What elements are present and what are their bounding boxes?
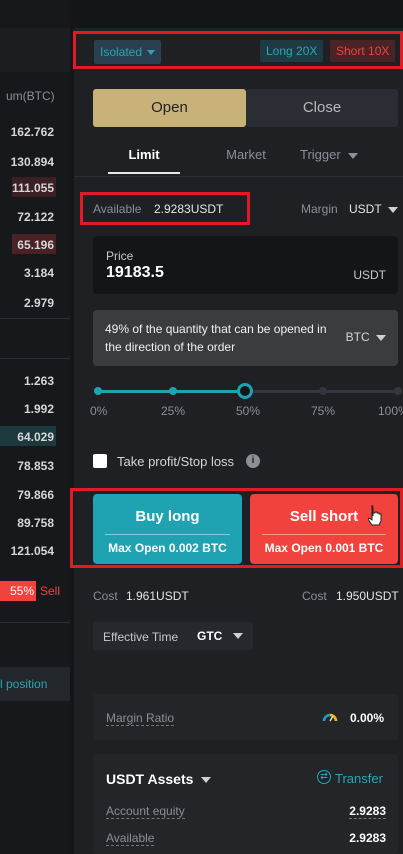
- orderbook-row[interactable]: 78.853: [17, 459, 54, 473]
- quantity-unit: BTC: [345, 330, 370, 344]
- orderbook-row[interactable]: 64.029: [17, 430, 54, 444]
- active-tab-underline: [108, 172, 180, 174]
- assets-title: USDT Assets: [106, 771, 194, 787]
- price-input[interactable]: Price 19183.5 USDT: [93, 236, 398, 294]
- account-equity-label[interactable]: Account equity: [106, 804, 185, 819]
- transfer-link[interactable]: Transfer: [335, 771, 383, 786]
- tab-close[interactable]: Close: [246, 89, 398, 127]
- assets-title-select[interactable]: USDT Assets: [106, 771, 212, 787]
- slider-tick-label: 25%: [161, 404, 186, 418]
- highlight-box-actions: [70, 488, 403, 568]
- margin-ratio-label[interactable]: Margin Ratio: [106, 711, 175, 726]
- orderbook-header-bg: [0, 28, 70, 72]
- tab-open[interactable]: Open: [93, 89, 246, 127]
- tpsl-label: Take profit/Stop loss: [117, 454, 235, 469]
- info-icon[interactable]: i: [246, 454, 260, 468]
- cost-label-sell: Cost: [302, 589, 327, 603]
- slider-tick-label: 0%: [90, 404, 108, 418]
- orderbook-divider: [0, 358, 70, 359]
- margin-ratio-value: 0.00%: [350, 711, 385, 725]
- orderbook-divider: [0, 318, 70, 319]
- effective-time-select[interactable]: Effective Time GTC: [93, 622, 253, 650]
- orderbook-divider: [0, 622, 70, 623]
- available-asset-label[interactable]: Available: [106, 831, 155, 846]
- slider-tick[interactable]: [319, 387, 327, 395]
- orderbook-row[interactable]: 89.758: [17, 516, 54, 530]
- slider-tick-label: 100%: [378, 404, 403, 418]
- orderbook-row[interactable]: 121.054: [11, 544, 54, 558]
- chevron-down-icon: [387, 206, 398, 213]
- quantity-slider-handle[interactable]: [237, 383, 253, 399]
- chevron-down-icon: [201, 777, 212, 784]
- tab-limit[interactable]: Limit: [93, 140, 195, 170]
- available-asset-value: 2.9283: [349, 831, 386, 845]
- orderbook-row[interactable]: 111.055: [12, 181, 54, 195]
- orderbook-header: um(BTC): [6, 89, 55, 103]
- orderbook-row[interactable]: 72.122: [17, 210, 54, 224]
- margin-label: Margin: [301, 202, 338, 216]
- orderbook-row[interactable]: 1.992: [24, 402, 54, 416]
- cost-value-buy: 1.961USDT: [126, 589, 189, 603]
- price-label: Price: [106, 249, 134, 263]
- orderbook-row[interactable]: 130.894: [11, 155, 54, 169]
- margin-currency-value: USDT: [349, 202, 382, 216]
- effective-time-label: Effective Time: [103, 630, 179, 644]
- margin-currency-select[interactable]: USDT: [349, 202, 398, 216]
- highlight-box-header: [73, 31, 403, 69]
- orderbook-ratio-badge: 55%: [0, 581, 36, 601]
- tab-trigger-label: Trigger: [300, 147, 341, 162]
- gauge-icon: [322, 709, 338, 723]
- position-tab-label: l position: [0, 677, 48, 691]
- chevron-down-icon: [348, 152, 359, 159]
- chevron-down-icon: [376, 334, 386, 341]
- chevron-down-icon: [233, 633, 243, 639]
- cost-value-sell: 1.950USDT: [336, 589, 399, 603]
- position-tab[interactable]: l position: [0, 667, 70, 701]
- cost-label-buy: Cost: [93, 589, 118, 603]
- orderbook-row[interactable]: 2.979: [24, 296, 54, 310]
- slider-tick[interactable]: [94, 387, 102, 395]
- assets-card: USDT Assets ⇄ Transfer Account equity 2.…: [93, 754, 398, 854]
- account-equity-value: 2.9283: [349, 804, 386, 819]
- quantity-text: 49% of the quantity that can be opened i…: [105, 322, 327, 354]
- slider-tick-label: 50%: [236, 404, 261, 418]
- tab-market[interactable]: Market: [195, 140, 297, 170]
- quantity-input[interactable]: 49% of the quantity that can be opened i…: [93, 310, 398, 366]
- slider-tick-label: 75%: [311, 404, 336, 418]
- price-unit: USDT: [353, 268, 386, 282]
- slider-tick[interactable]: [169, 387, 177, 395]
- quantity-unit-select[interactable]: BTC: [346, 330, 386, 344]
- effective-time-value: GTC: [197, 629, 223, 643]
- transfer-icon[interactable]: ⇄: [317, 770, 331, 784]
- margin-ratio-card: Margin Ratio 0.00%: [93, 694, 398, 740]
- tab-market-label: Market: [226, 147, 266, 162]
- section-divider: [74, 176, 403, 177]
- orderbook-row[interactable]: 162.762: [11, 125, 54, 139]
- orderbook-row[interactable]: 1.263: [24, 374, 54, 388]
- highlight-box-available: [80, 192, 250, 225]
- orderbook-row[interactable]: 65.196: [17, 238, 54, 252]
- tab-trigger[interactable]: Trigger: [300, 140, 359, 170]
- orderbook-row[interactable]: 79.866: [17, 488, 54, 502]
- slider-tick[interactable]: [394, 387, 402, 395]
- orderbook-row[interactable]: 3.184: [24, 266, 54, 280]
- orderbook-panel: um(BTC) 162.762 130.894 111.055 72.122 65.19…: [0, 0, 70, 854]
- price-value: 19183.5: [106, 264, 164, 281]
- tpsl-checkbox[interactable]: [93, 454, 107, 468]
- sell-ratio-label: Sell: [40, 584, 61, 598]
